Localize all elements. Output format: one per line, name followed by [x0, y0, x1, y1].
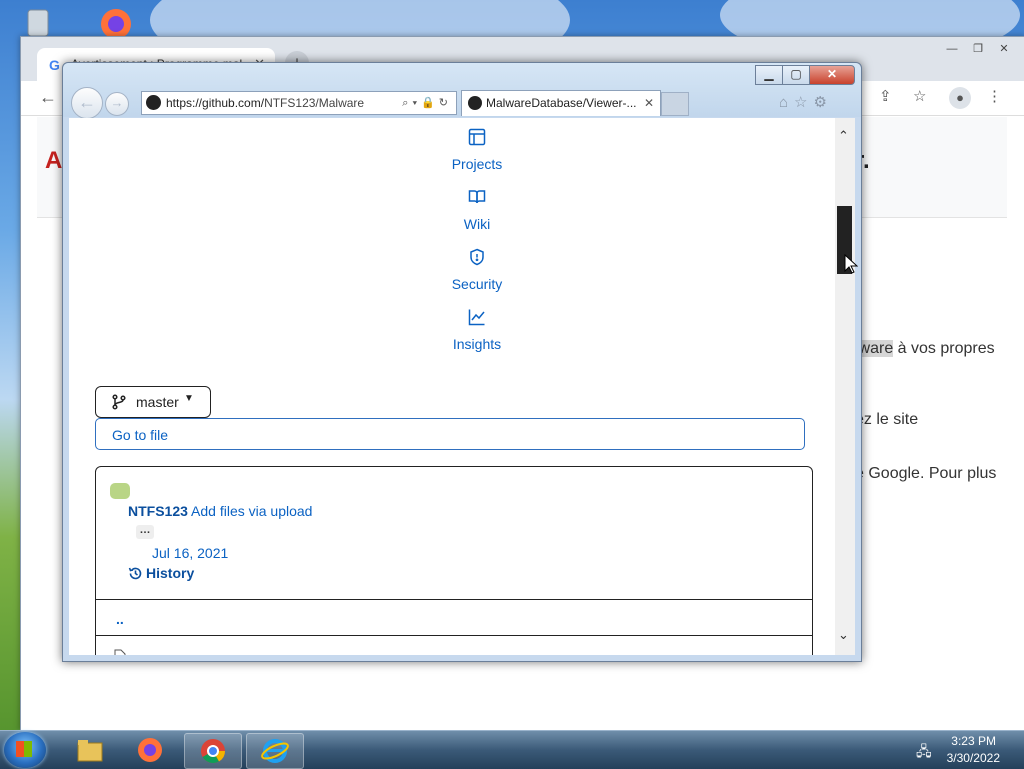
- history-link[interactable]: History: [128, 565, 194, 581]
- nav-label: Insights: [452, 336, 502, 352]
- branch-name: master: [136, 394, 179, 410]
- github-page: Projects Wiki Security Insights master ▼…: [69, 118, 835, 655]
- close-button[interactable]: ✕: [809, 65, 855, 85]
- ie-nav-buttons: ← →: [71, 87, 141, 119]
- nav-item-security[interactable]: Security: [422, 248, 532, 292]
- file-icon: [114, 649, 126, 655]
- folder-icon: [77, 740, 103, 762]
- taskbar-chrome[interactable]: [184, 733, 242, 769]
- close-icon[interactable]: ✕: [644, 91, 654, 115]
- profile-avatar-icon[interactable]: ●: [949, 87, 971, 109]
- warning-text-line: e Google. Pour plus: [855, 465, 997, 482]
- address-tools-icons[interactable]: ⌕▾🔒↻: [402, 92, 452, 114]
- row-divider: [96, 635, 812, 636]
- shield-icon: [422, 248, 532, 270]
- scroll-up-icon[interactable]: ⌃: [838, 128, 849, 144]
- chrome-icon: [201, 739, 225, 764]
- branch-select-button[interactable]: master ▼: [95, 386, 211, 418]
- go-to-file-label: Go to file: [112, 427, 169, 443]
- internet-explorer-icon: [261, 739, 289, 763]
- maximize-button[interactable]: ▢: [782, 65, 810, 85]
- scroll-down-icon[interactable]: ⌄: [838, 627, 849, 643]
- taskbar-firefox[interactable]: [122, 733, 178, 767]
- system-tray: 🖧 3:23 PM 3/30/2022: [904, 731, 1024, 769]
- graph-icon: [422, 308, 532, 330]
- address-bar[interactable]: https://github.com/NTFS123/Malware ⌕▾🔒↻: [141, 91, 457, 115]
- ie-toolbar-icons[interactable]: ⌂☆⚙: [779, 93, 833, 111]
- ie-window-controls: ▁ ▢ ✕: [755, 65, 855, 85]
- commit-date: Jul 16, 2021: [152, 545, 229, 561]
- ie-tab[interactable]: MalwareDatabase/Viewer-... ✕: [461, 90, 661, 116]
- share-icon[interactable]: ⇪: [879, 87, 892, 105]
- back-arrow-icon[interactable]: ←: [39, 87, 57, 108]
- mouse-cursor-icon: [844, 254, 858, 274]
- file-list-box: NTFS123 Add files via upload … Jul 16, 2…: [95, 466, 813, 655]
- nav-label: Security: [451, 276, 503, 292]
- taskbar-explorer[interactable]: [62, 733, 118, 767]
- row-divider: [96, 599, 812, 600]
- firefox-icon: [138, 738, 162, 762]
- clock-time[interactable]: 3:23 PM: [951, 734, 996, 748]
- start-button[interactable]: [4, 732, 46, 768]
- latest-commit[interactable]: NTFS123 Add files via upload: [128, 503, 312, 519]
- maximize-button[interactable]: ❐: [967, 41, 989, 57]
- network-icon[interactable]: 🖧: [916, 741, 932, 765]
- nav-item-insights[interactable]: Insights: [422, 308, 532, 352]
- minimize-button[interactable]: —: [941, 41, 963, 57]
- windows-logo-icon: [16, 741, 32, 757]
- close-button[interactable]: ✕: [993, 41, 1015, 57]
- ie-window[interactable]: ▁ ▢ ✕ ← → https://github.com/NTFS123/Mal…: [62, 62, 862, 662]
- taskbar-internet-explorer[interactable]: [246, 733, 304, 769]
- projects-icon: [422, 128, 532, 150]
- nav-label: Wiki: [463, 216, 491, 232]
- warning-title-start: A: [45, 147, 63, 174]
- commit-author[interactable]: NTFS123: [128, 503, 188, 519]
- git-branch-icon: [112, 394, 126, 413]
- bookmark-star-icon[interactable]: ☆: [913, 87, 926, 105]
- back-arrow-icon[interactable]: ←: [71, 87, 103, 119]
- go-to-file-button[interactable]: Go to file: [95, 418, 805, 450]
- nav-item-wiki[interactable]: Wiki: [422, 188, 532, 232]
- taskbar: 🖧 3:23 PM 3/30/2022: [0, 730, 1024, 769]
- warning-text-line: ez le site: [855, 411, 919, 428]
- avatar[interactable]: [110, 483, 130, 499]
- expand-commit-button[interactable]: …: [136, 525, 154, 539]
- parent-directory-link[interactable]: ..: [116, 611, 124, 627]
- forward-arrow-icon[interactable]: →: [105, 92, 129, 116]
- nav-item-projects[interactable]: Projects: [422, 128, 532, 172]
- vertical-scrollbar[interactable]: ⌃ ⌄: [835, 118, 855, 655]
- google-g-icon: G: [49, 57, 60, 73]
- minimize-button[interactable]: ▁: [755, 65, 783, 85]
- commit-message[interactable]: Add files via upload: [191, 503, 312, 519]
- new-tab-button[interactable]: [661, 92, 689, 116]
- nav-label: Projects: [451, 156, 503, 172]
- address-url[interactable]: https://github.com/NTFS123/Malware: [166, 92, 364, 114]
- caret-down-icon: ▼: [184, 393, 194, 404]
- more-menu-icon[interactable]: ⋮: [987, 87, 1002, 105]
- github-icon: [468, 96, 482, 110]
- history-icon: [128, 567, 142, 580]
- book-icon: [422, 188, 532, 210]
- clock-date[interactable]: 3/30/2022: [947, 751, 1000, 765]
- warning-text-line: lware à vos propres: [855, 340, 995, 357]
- chrome-window-controls: — ❐ ✕: [941, 41, 1015, 57]
- ie-tab-title: MalwareDatabase/Viewer-...: [486, 96, 637, 110]
- github-icon: [146, 95, 161, 110]
- ie-title-bar: ▁ ▢ ✕ ← → https://github.com/NTFS123/Mal…: [63, 63, 861, 119]
